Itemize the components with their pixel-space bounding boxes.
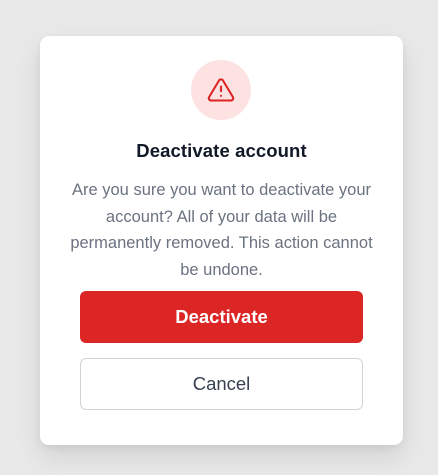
warning-icon-badge (191, 60, 251, 120)
dialog-title: Deactivate account (136, 140, 307, 161)
warning-triangle-icon (207, 78, 235, 102)
cancel-button[interactable]: Cancel (80, 358, 363, 410)
deactivate-button[interactable]: Deactivate (80, 291, 363, 343)
dialog-message: Are you sure you want to deactivate your… (70, 181, 373, 279)
deactivate-account-dialog: Deactivate account Are you sure you want… (40, 36, 403, 445)
